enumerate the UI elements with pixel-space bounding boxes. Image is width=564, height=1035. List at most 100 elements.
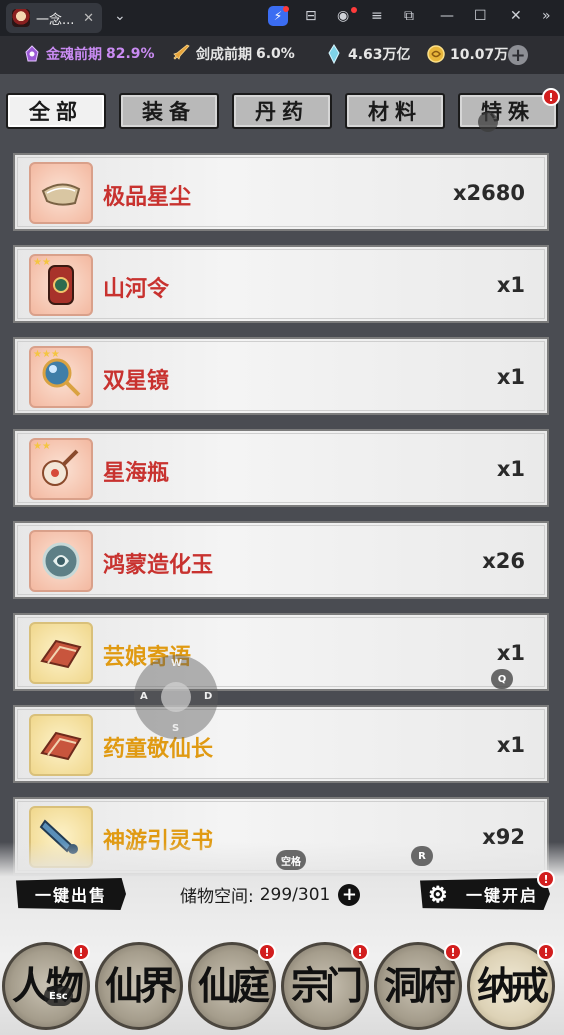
jade-icon [42,542,80,580]
close-button[interactable]: ✕ [510,8,522,24]
item-quantity: x2680 [453,181,525,205]
item-quantity: x26 [482,549,525,573]
joystick-knob[interactable] [161,682,191,712]
open-all-badge: ! [537,870,555,888]
gift-icon[interactable]: ⊟ [305,8,317,24]
expand-storage-button[interactable]: + [338,883,361,906]
storage-value: 299/301 [259,884,331,905]
sword-value: 6.0% [256,46,295,62]
nav-character-badge: ! [72,943,90,961]
tab-title: 一念... [36,12,75,28]
special-tab-badge: ! [542,88,560,106]
item-icon-frame [29,622,93,684]
list-item[interactable]: ★★★ 双星镜 x1 [13,337,549,415]
item-name: 鸿蒙造化玉 [103,553,214,578]
key-q-hint[interactable]: Q [491,669,513,689]
mirror-icon [42,358,81,397]
tab-equipment[interactable]: 装备 [119,93,219,129]
spirit-crystal-value: 4.63万亿 [348,47,411,63]
realm-name: 金魂前期 [46,47,102,63]
gold-coin-icon [426,44,446,64]
spirit-crystal-icon [324,44,344,65]
sell-all-button[interactable]: 一键出售 [16,878,126,910]
realm-progress: 金魂前期 82.9% [22,44,155,64]
star-rating: ★★ [33,441,51,452]
open-all-label: 一键开启 [465,886,538,905]
item-quantity: x1 [496,733,525,757]
realm-value: 82.9% [106,46,155,62]
tab-close-icon[interactable]: ✕ [83,11,94,26]
nav-court-badge: ! [258,943,276,961]
nav-cave-badge: ! [444,943,462,961]
item-list: 极品星尘 x2680 ★★ 山河令 x1 ★★★ 双星镜 x1 ★★ 星海瓶 x… [13,153,549,889]
minimize-button[interactable]: — [440,8,454,24]
maximize-button[interactable]: ☐ [474,8,487,24]
item-icon-frame: ★★★ [29,346,93,408]
expand-sidebar-icon[interactable]: » [542,8,551,24]
nav-immortal-realm[interactable]: 仙界 [95,942,183,1030]
list-item[interactable]: 芸娘寄语 x1 [13,613,549,691]
account-badge-dot [351,7,357,13]
menu-icon[interactable]: ≡ [371,8,383,24]
nav-label: 宗门 [290,963,363,1008]
account-icon[interactable]: ◉ [337,8,349,24]
item-name: 星海瓶 [103,461,170,486]
item-quantity: x1 [496,641,525,665]
nav-label: 仙庭 [197,963,270,1008]
nav-label: 仙界 [104,963,177,1008]
letter-icon [40,731,82,761]
key-esc-hint[interactable]: Esc [44,986,73,1006]
nav-label: 洞府 [383,963,456,1008]
soul-icon [22,44,42,64]
item-icon-frame [29,162,93,224]
gold-amount: 10.07万 [426,44,508,64]
storage-capacity: 储物空间: 299/301 + [180,882,361,907]
open-all-button[interactable]: ⚙ 一键开启 [420,878,550,910]
item-name: 山河令 [103,277,170,302]
item-name: 极品星尘 [103,185,192,210]
key-r-hint[interactable]: R [411,846,433,866]
add-currency-button[interactable]: + [508,45,528,66]
star-rating: ★★ [33,257,51,268]
list-item[interactable]: 药童敬仙长 x1 [13,705,549,783]
tab-pills[interactable]: 丹药 [232,93,332,129]
item-name: 药童敬仙长 [103,737,214,762]
star-rating: ★★★ [33,349,60,360]
item-icon-frame: ★★ [29,438,93,500]
browser-tab[interactable]: 一念... ✕ [6,3,102,33]
item-name: 双星镜 [103,369,170,394]
keymap-joystick[interactable]: W A D S [134,655,218,739]
storage-label: 储物空间: [180,887,254,907]
letter-icon [40,639,82,669]
gear-icon: ⚙ [428,882,450,908]
key-s: S [172,723,180,734]
item-icon-frame [29,714,93,776]
item-quantity: x1 [496,365,525,389]
nav-ring-badge: ! [537,943,555,961]
sword-name: 剑成前期 [196,47,252,63]
key-a: A [140,691,148,702]
sword-progress: 剑成前期 6.0% [172,44,295,64]
tab-materials[interactable]: 材料 [345,93,445,129]
sword-icon [172,44,192,64]
list-item[interactable]: ★★ 山河令 x1 [13,245,549,323]
item-quantity: x1 [496,273,525,297]
tab-list-icon[interactable]: ⌄ [114,8,126,24]
list-item[interactable]: 极品星尘 x2680 [13,153,549,231]
notification-dot [283,6,289,12]
bottle-icon [42,449,79,486]
item-quantity: x1 [496,457,525,481]
item-icon-frame [29,530,93,592]
key-w: W [171,658,183,669]
tab-all[interactable]: 全部 [6,93,106,129]
resource-bar: 金魂前期 82.9% 剑成前期 6.0% 4.63万亿 10.07万 + [0,36,564,74]
list-item[interactable]: 鸿蒙造化玉 x26 [13,521,549,599]
list-item[interactable]: ★★ 星海瓶 x1 [13,429,549,507]
keymap-dot-hint[interactable] [478,112,498,132]
spirit-crystal-amount: 4.63万亿 [324,44,411,65]
app-icon [12,9,30,27]
window-titlebar: 一念... ✕ ⌄ ⚡ ⊟ ◉ ≡ ⧉ — ☐ ✕ » [0,0,564,36]
gold-value: 10.07万 [450,47,509,63]
key-space-hint[interactable]: 空格 [276,850,306,870]
snapshot-icon[interactable]: ⧉ [404,8,414,24]
